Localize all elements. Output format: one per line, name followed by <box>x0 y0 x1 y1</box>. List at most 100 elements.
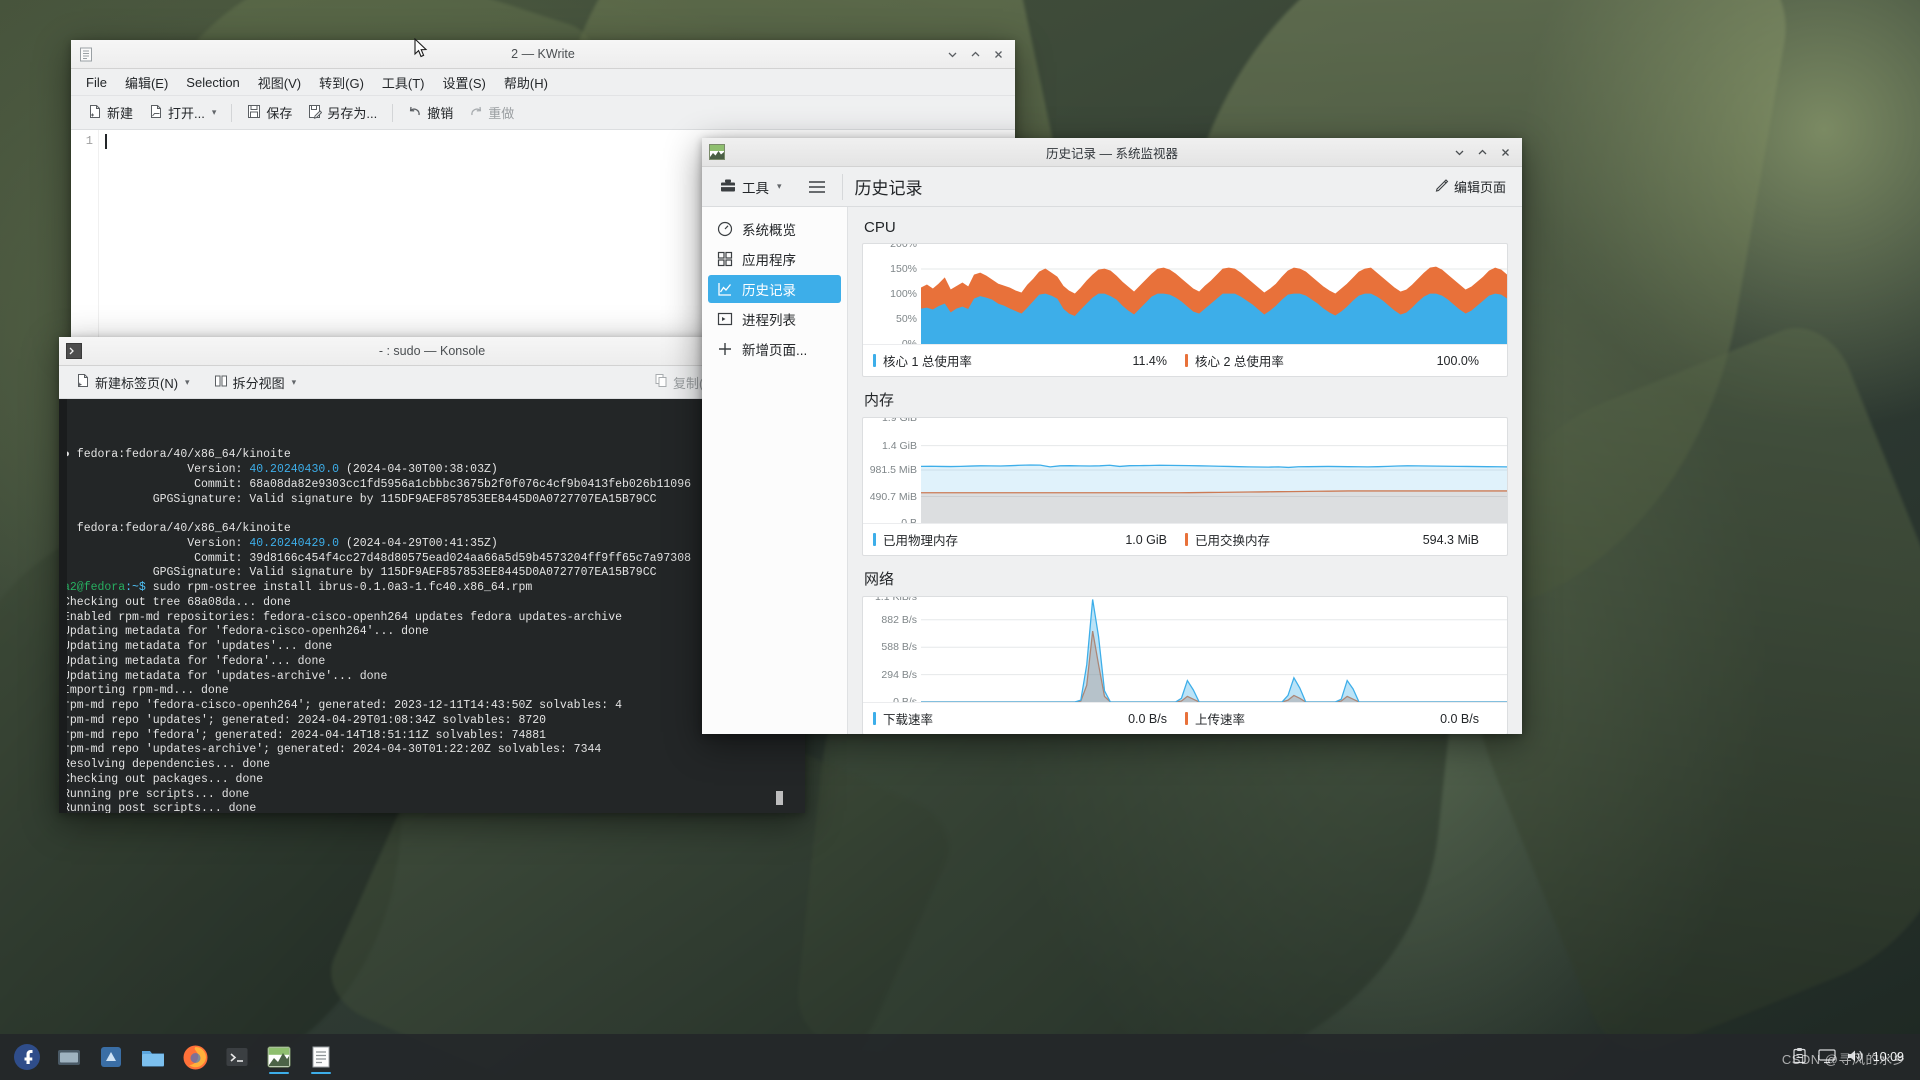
menu-selection[interactable]: Selection <box>177 71 248 94</box>
clipboard-icon[interactable] <box>1791 1047 1808 1067</box>
taskbar[interactable]: 10:09 <box>0 1034 1920 1080</box>
terminal-line: Running pre scripts... done <box>63 788 805 803</box>
kwrite-window-controls <box>942 44 1009 65</box>
tools-button[interactable]: 工具 ▾ <box>712 173 790 201</box>
menu-tools[interactable]: 工具(T) <box>373 69 434 96</box>
y-tick-label: 200% <box>890 244 917 250</box>
y-tick-label: 882 B/s <box>881 614 917 626</box>
close-button[interactable] <box>1495 142 1516 163</box>
save-button[interactable]: 保存 <box>240 100 299 125</box>
legend-value: 11.4% <box>1132 354 1185 368</box>
sidebar-label: 新增页面... <box>742 339 807 359</box>
y-tick-label: 0 B <box>901 517 917 523</box>
sidebar-label: 进程列表 <box>742 309 796 329</box>
system-tray[interactable]: 10:09 <box>1791 1047 1914 1067</box>
sysmon-content: CPU 0%50%100%150%200% 核心 1 总使用率 11.4% <box>848 207 1522 734</box>
firefox-icon[interactable] <box>177 1039 213 1075</box>
save-as-button[interactable]: 另存为... <box>301 100 384 125</box>
undo-button[interactable]: 撤销 <box>401 100 460 125</box>
terminal-line: Running post scripts... done <box>63 802 805 813</box>
minimize-button[interactable] <box>1449 142 1470 163</box>
y-tick-label: 1.4 GiB <box>882 440 917 452</box>
chevron-down-icon[interactable]: ▾ <box>775 181 782 192</box>
y-tick-label: 1.9 GiB <box>882 418 917 424</box>
cpu-chart-card: 0%50%100%150%200% 核心 1 总使用率 11.4% <box>862 243 1508 377</box>
konsole-toolbar[interactable]: 新建标签页(N) ▾ 拆分视图 ▾ 复制(C) 粘贴 <box>59 366 805 399</box>
konsole-icon[interactable] <box>219 1039 255 1075</box>
volume-icon[interactable] <box>1846 1048 1863 1067</box>
toolbar-separator <box>392 104 393 122</box>
menu-view[interactable]: 视图(V) <box>249 69 310 96</box>
menu-settings[interactable]: 设置(S) <box>434 69 495 96</box>
network-legend-upload: 上传速率 0.0 B/s <box>1185 709 1497 728</box>
redo-button[interactable]: 重做 <box>462 100 521 125</box>
open-button[interactable]: 打开... ▾ <box>142 100 223 125</box>
sidebar-item-history[interactable]: 历史记录 <box>708 275 841 303</box>
terminal-line: rpm-md repo 'updates'; generated: 2024-0… <box>63 714 805 729</box>
y-tick-label: 294 B/s <box>881 669 917 681</box>
terminal-output-area[interactable]: ● fedora:fedora/40/x86_64/kinoite Versio… <box>59 399 805 813</box>
split-view-button[interactable]: 拆分视图 ▾ <box>207 370 304 395</box>
sysmon-titlebar[interactable]: 历史记录 — 系统监视器 <box>702 138 1522 167</box>
memory-legend-physical: 已用物理内存 1.0 GiB <box>873 530 1185 549</box>
legend-swatch <box>873 712 876 725</box>
open-document-icon <box>149 104 163 122</box>
konsole-title: - : sudo — Konsole <box>59 344 805 358</box>
discover-icon[interactable] <box>93 1039 129 1075</box>
chevron-down-icon[interactable]: ▾ <box>210 107 217 118</box>
legend-label: 已用物理内存 <box>883 530 958 549</box>
new-document-icon <box>88 104 102 122</box>
fedora-logo-icon[interactable] <box>9 1039 45 1075</box>
toolbox-icon <box>720 178 736 196</box>
folder-icon[interactable] <box>135 1039 171 1075</box>
maximize-button[interactable] <box>965 44 986 65</box>
file-manager-icon[interactable] <box>51 1039 87 1075</box>
terminal-line <box>63 507 805 522</box>
terminal-line: Updating metadata for 'updates'... done <box>63 640 805 655</box>
kwrite-toolbar[interactable]: 新建 打开... ▾ 保存 另存为... 撤销 <box>71 96 1015 130</box>
kwrite-icon[interactable] <box>303 1039 339 1075</box>
terminal-line: Updating metadata for 'updates-archive'.… <box>63 670 805 685</box>
sidebar-item-system-overview[interactable]: 系统概览 <box>708 215 841 243</box>
kwrite-titlebar[interactable]: 2 — KWrite <box>71 40 1015 69</box>
new-button-label: 新建 <box>107 103 133 122</box>
sysmon-title: 历史记录 — 系统监视器 <box>702 143 1522 162</box>
kwrite-menubar[interactable]: File 编辑(E) Selection 视图(V) 转到(G) 工具(T) 设… <box>71 69 1015 96</box>
sysmon-sidebar[interactable]: 系统概览 应用程序 历史记录 进程列表 <box>702 207 848 734</box>
y-tick-label: 0% <box>902 338 917 344</box>
hamburger-menu-icon[interactable] <box>804 174 830 200</box>
y-tick-label: 981.5 MiB <box>870 464 917 476</box>
clock[interactable]: 10:09 <box>1873 1050 1904 1065</box>
system-monitor-icon[interactable] <box>261 1039 297 1075</box>
chevron-down-icon[interactable]: ▾ <box>183 377 190 388</box>
save-as-button-label: 另存为... <box>327 103 377 122</box>
display-icon[interactable] <box>1818 1048 1836 1067</box>
redo-button-label: 重做 <box>488 103 514 122</box>
minimize-button[interactable] <box>942 44 963 65</box>
sidebar-item-add-page[interactable]: 新增页面... <box>708 335 841 363</box>
chevron-down-icon[interactable]: ▾ <box>290 377 297 388</box>
sidebar-item-process-list[interactable]: 进程列表 <box>708 305 841 333</box>
menu-help[interactable]: 帮助(H) <box>495 69 557 96</box>
new-tab-button[interactable]: 新建标签页(N) ▾ <box>69 370 197 395</box>
terminal-line: Version: 40.20240430.0 (2024-04-30T00:38… <box>63 463 805 478</box>
close-button[interactable] <box>988 44 1009 65</box>
sidebar-item-applications[interactable]: 应用程序 <box>708 245 841 273</box>
save-as-icon <box>308 104 322 122</box>
menu-edit[interactable]: 编辑(E) <box>116 69 177 96</box>
konsole-window[interactable]: - : sudo — Konsole 新建标签页(N) ▾ 拆分视图 ▾ 复制(… <box>59 337 805 813</box>
terminal-cursor <box>776 791 783 805</box>
sysmon-toolbar[interactable]: 工具 ▾ 历史记录 编辑页面 <box>702 167 1522 207</box>
edit-page-button[interactable]: 编辑页面 <box>1429 173 1512 200</box>
cpu-legend: 核心 1 总使用率 11.4% 核心 2 总使用率 100.0% <box>863 344 1507 376</box>
menu-file[interactable]: File <box>77 71 116 94</box>
plus-icon <box>716 341 733 358</box>
maximize-button[interactable] <box>1472 142 1493 163</box>
konsole-titlebar[interactable]: - : sudo — Konsole <box>59 337 805 366</box>
terminal-line: Commit: 68a08da82e9303cc1fd5956a1cbbbc36… <box>63 478 805 493</box>
menu-goto[interactable]: 转到(G) <box>310 69 373 96</box>
system-monitor-window[interactable]: 历史记录 — 系统监视器 工具 ▾ 历史记录 <box>702 138 1522 734</box>
memory-plot <box>921 418 1507 523</box>
new-button[interactable]: 新建 <box>81 100 140 125</box>
sidebar-label: 应用程序 <box>742 249 796 269</box>
